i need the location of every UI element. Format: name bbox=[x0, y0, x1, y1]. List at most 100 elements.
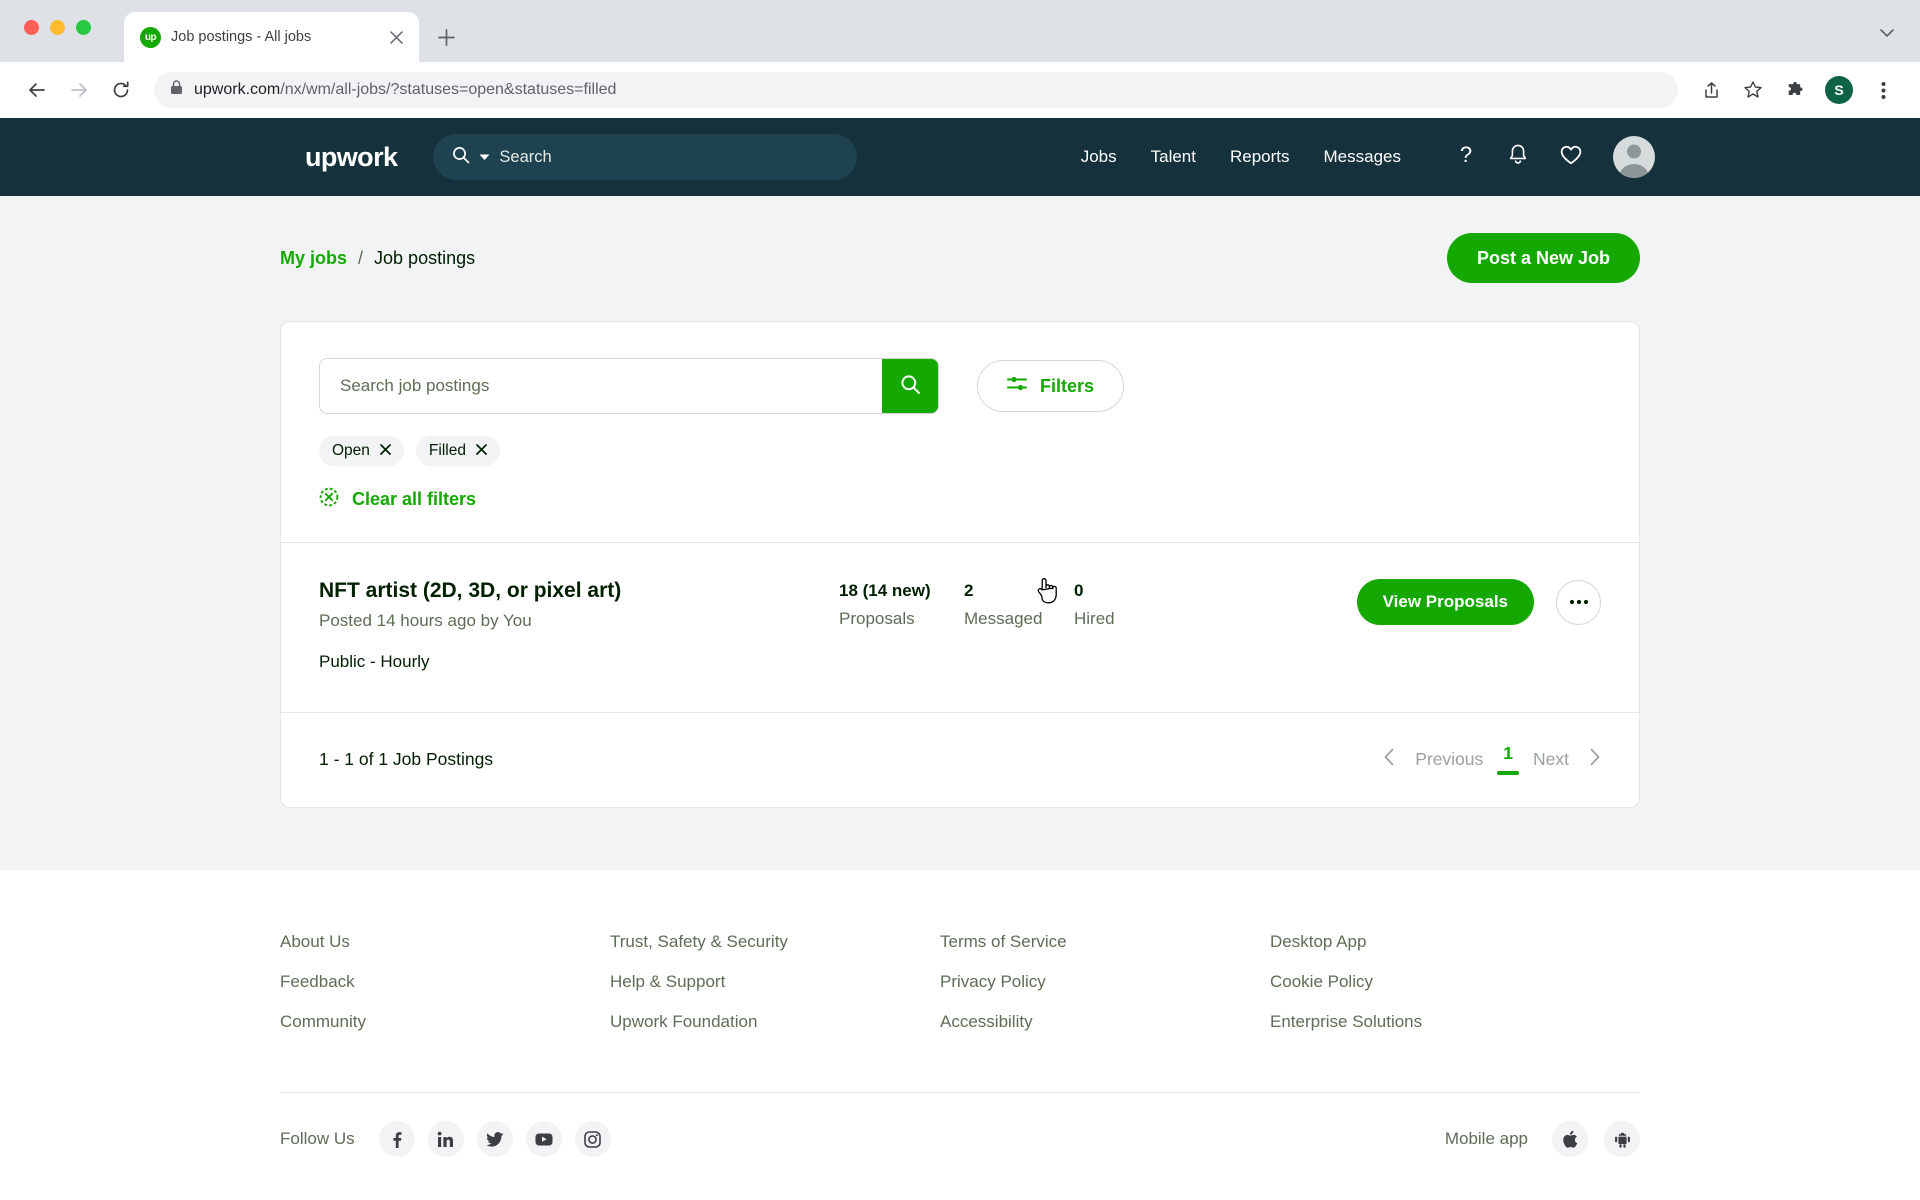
twitter-icon[interactable] bbox=[476, 1121, 513, 1157]
footer-column: Desktop App Cookie Policy Enterprise Sol… bbox=[1270, 932, 1600, 1052]
footer-link-desktop-app[interactable]: Desktop App bbox=[1270, 932, 1600, 952]
footer-link-enterprise-solutions[interactable]: Enterprise Solutions bbox=[1270, 1012, 1600, 1032]
social-links bbox=[378, 1121, 611, 1157]
footer-link-terms-of-service[interactable]: Terms of Service bbox=[940, 932, 1270, 952]
bookmark-star-icon[interactable] bbox=[1734, 71, 1772, 109]
android-icon[interactable] bbox=[1604, 1121, 1640, 1157]
extensions-puzzle-icon[interactable] bbox=[1776, 71, 1814, 109]
stat-hired[interactable]: 0 Hired bbox=[1074, 579, 1184, 629]
close-icon[interactable] bbox=[476, 442, 487, 460]
filter-chip-open[interactable]: Open bbox=[319, 436, 404, 466]
nav-item-talent[interactable]: Talent bbox=[1151, 147, 1196, 167]
site-footer: About Us Feedback Community Trust, Safet… bbox=[0, 870, 1920, 1157]
view-proposals-button[interactable]: View Proposals bbox=[1356, 579, 1534, 625]
address-bar[interactable]: upwork.com/nx/wm/all-jobs/?statuses=open… bbox=[154, 72, 1678, 108]
job-title[interactable]: NFT artist (2D, 3D, or pixel art) bbox=[319, 579, 839, 603]
post-a-new-job-button[interactable]: Post a New Job bbox=[1446, 233, 1640, 283]
footer-link-accessibility[interactable]: Accessibility bbox=[940, 1012, 1270, 1032]
main-content: My jobs / Job postings Post a New Job Se… bbox=[0, 196, 1920, 870]
instagram-icon[interactable] bbox=[574, 1121, 611, 1157]
filters-label: Filters bbox=[1040, 375, 1095, 396]
nav-item-jobs[interactable]: Jobs bbox=[1081, 147, 1117, 167]
forward-button[interactable] bbox=[60, 71, 98, 109]
filter-section: Filters Open Filled bbox=[281, 322, 1639, 542]
breadcrumb: My jobs / Job postings bbox=[280, 248, 475, 269]
share-icon[interactable] bbox=[1692, 71, 1730, 109]
url-path: /nx/wm/all-jobs/?statuses=open&statuses=… bbox=[280, 81, 617, 98]
profile-avatar[interactable]: S bbox=[1825, 76, 1853, 104]
stat-proposals[interactable]: 18 (14 new) Proposals bbox=[839, 579, 964, 629]
chevron-left-icon[interactable] bbox=[1383, 748, 1395, 771]
close-window-button[interactable] bbox=[24, 20, 39, 35]
nav-item-reports[interactable]: Reports bbox=[1230, 147, 1290, 167]
close-icon[interactable] bbox=[380, 442, 391, 460]
global-search-placeholder: Search bbox=[499, 147, 552, 166]
help-icon[interactable]: ? bbox=[1455, 142, 1477, 172]
filters-sliders-icon bbox=[1007, 375, 1027, 397]
footer-column: Trust, Safety & Security Help & Support … bbox=[610, 932, 940, 1052]
apple-icon[interactable] bbox=[1552, 1121, 1588, 1157]
address-bar-url: upwork.com/nx/wm/all-jobs/?statuses=open… bbox=[194, 81, 616, 99]
footer-link-help-support[interactable]: Help & Support bbox=[610, 972, 940, 992]
close-tab-icon[interactable] bbox=[385, 26, 407, 48]
clear-all-filters-label: Clear all filters bbox=[352, 489, 477, 509]
browser-tab-title: Job postings - All jobs bbox=[171, 29, 312, 45]
browser-window: up Job postings - All jobs upwork.com/nx… bbox=[0, 0, 1920, 1200]
footer-bottom-bar: Follow Us Mobile app bbox=[280, 1092, 1640, 1157]
footer-link-community[interactable]: Community bbox=[280, 1012, 610, 1032]
global-search-box[interactable]: Search bbox=[433, 134, 858, 180]
clear-all-filters-button[interactable]: Clear all filters bbox=[319, 487, 1601, 512]
notifications-bell-icon[interactable] bbox=[1507, 143, 1529, 172]
toolbar-right-actions: S bbox=[1692, 71, 1902, 109]
pagination-previous[interactable]: Previous bbox=[1415, 749, 1483, 770]
header-icon-group: ? bbox=[1455, 136, 1655, 178]
back-button[interactable] bbox=[18, 71, 56, 109]
stat-hired-label: Hired bbox=[1074, 609, 1115, 628]
stat-hired-value: 0 bbox=[1074, 581, 1084, 600]
pagination-row: 1 - 1 of 1 Job Postings Previous 1 Next bbox=[281, 712, 1639, 807]
filter-chip-filled[interactable]: Filled bbox=[415, 436, 500, 466]
footer-link-cookie-policy[interactable]: Cookie Policy bbox=[1270, 972, 1600, 992]
minimize-window-button[interactable] bbox=[50, 20, 65, 35]
breadcrumb-my-jobs[interactable]: My jobs bbox=[280, 248, 347, 269]
footer-link-about-us[interactable]: About Us bbox=[280, 932, 610, 952]
upwork-logo[interactable]: upwork bbox=[305, 142, 398, 173]
user-avatar[interactable] bbox=[1613, 136, 1655, 178]
new-tab-button[interactable] bbox=[429, 20, 463, 54]
pagination-next[interactable]: Next bbox=[1533, 749, 1569, 770]
browser-tabstrip: up Job postings - All jobs bbox=[0, 0, 1920, 62]
maximize-window-button[interactable] bbox=[76, 20, 91, 35]
pagination-page-1[interactable]: 1 bbox=[1497, 743, 1519, 775]
browser-menu-icon[interactable] bbox=[1864, 71, 1902, 109]
search-submit-button[interactable] bbox=[882, 359, 938, 413]
search-input[interactable] bbox=[320, 359, 882, 413]
youtube-icon[interactable] bbox=[525, 1121, 562, 1157]
tab-list-chevron-down-icon[interactable] bbox=[1876, 22, 1898, 44]
browser-toolbar: upwork.com/nx/wm/all-jobs/?statuses=open… bbox=[0, 62, 1920, 118]
footer-link-trust-safety-security[interactable]: Trust, Safety & Security bbox=[610, 932, 940, 952]
footer-link-privacy-policy[interactable]: Privacy Policy bbox=[940, 972, 1270, 992]
linkedin-icon[interactable] bbox=[427, 1121, 464, 1157]
stat-messaged[interactable]: 2 Messaged bbox=[964, 579, 1074, 629]
footer-link-feedback[interactable]: Feedback bbox=[280, 972, 610, 992]
lock-icon bbox=[170, 80, 183, 100]
upwork-favicon-icon: up bbox=[140, 26, 161, 48]
saved-heart-icon[interactable] bbox=[1559, 144, 1583, 171]
clear-circle-icon bbox=[319, 487, 339, 512]
url-host: upwork.com bbox=[194, 81, 281, 98]
stat-proposals-value: 18 (14 new) bbox=[839, 581, 931, 600]
search-category-chevron-down-icon[interactable] bbox=[479, 148, 490, 166]
more-options-button[interactable] bbox=[1556, 579, 1601, 625]
job-actions: View Proposals bbox=[1356, 579, 1601, 625]
filters-button[interactable]: Filters bbox=[977, 360, 1125, 412]
browser-tab[interactable]: up Job postings - All jobs bbox=[124, 12, 419, 62]
footer-column: About Us Feedback Community bbox=[280, 932, 610, 1052]
job-info: NFT artist (2D, 3D, or pixel art) Posted… bbox=[319, 579, 839, 672]
breadcrumb-current: Job postings bbox=[374, 247, 476, 268]
job-search-field[interactable] bbox=[319, 358, 939, 414]
facebook-icon[interactable] bbox=[378, 1121, 415, 1157]
footer-link-upwork-foundation[interactable]: Upwork Foundation bbox=[610, 1012, 940, 1032]
chevron-right-icon[interactable] bbox=[1589, 748, 1601, 771]
nav-item-messages[interactable]: Messages bbox=[1324, 147, 1401, 167]
reload-button[interactable] bbox=[102, 71, 140, 109]
